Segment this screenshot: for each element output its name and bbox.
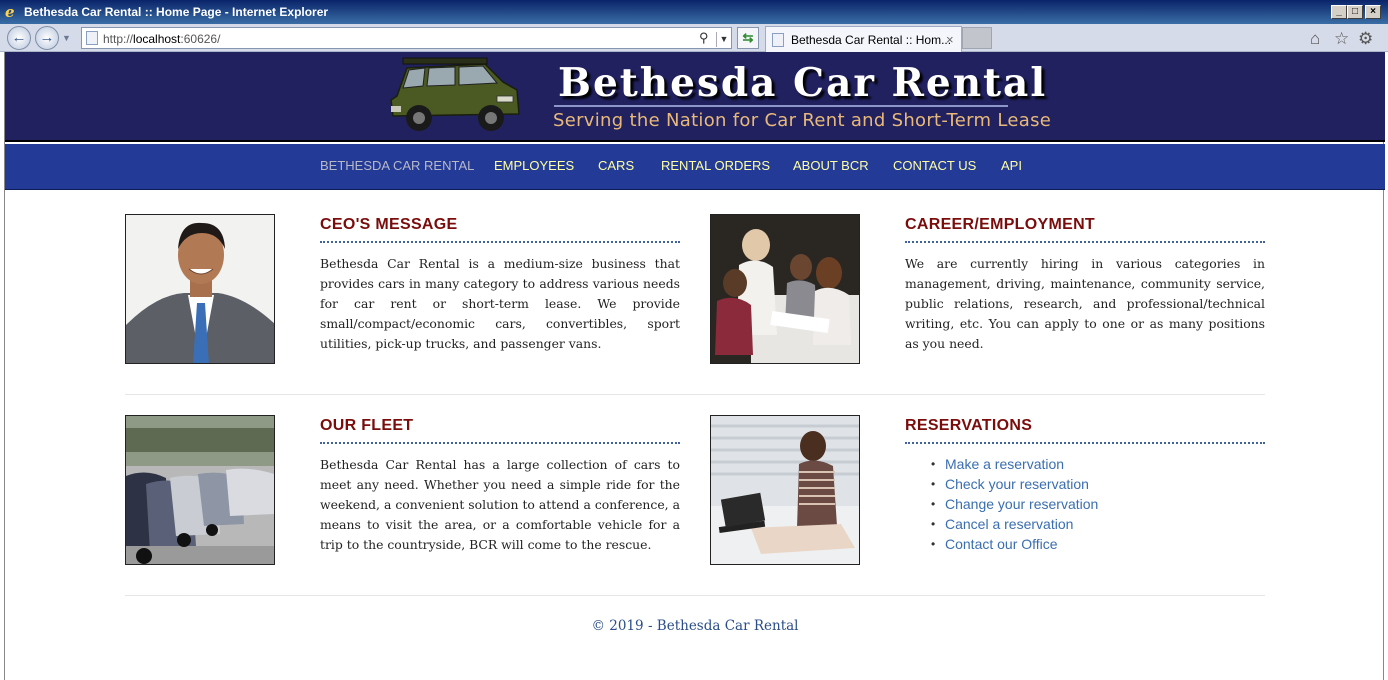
- fleet-heading: OUR FLEET: [320, 417, 414, 434]
- page-viewport: Bethesda Car Rental Serving the Nation f…: [4, 52, 1385, 680]
- tab-home-page[interactable]: Bethesda Car Rental :: Hom... ×: [765, 26, 962, 52]
- ceo-photo: [125, 214, 275, 364]
- nav-link-about[interactable]: ABOUT BCR: [793, 158, 869, 173]
- nav-link-rental-orders[interactable]: RENTAL ORDERS: [661, 158, 770, 173]
- section-separator: [125, 394, 1265, 395]
- address-url[interactable]: http://localhost:60626/: [103, 32, 220, 46]
- history-dropdown-icon[interactable]: ▼: [62, 33, 71, 43]
- reservations-list: Make a reservation Check your reservatio…: [931, 454, 1098, 554]
- page-icon: [86, 31, 98, 45]
- make-reservation-link[interactable]: Make a reservation: [945, 456, 1064, 472]
- refresh-icon[interactable]: ⇆: [737, 27, 759, 49]
- window-titlebar: e Bethesda Car Rental :: Home Page - Int…: [0, 0, 1388, 24]
- career-photo: [710, 214, 860, 364]
- star-icon[interactable]: ☆: [1334, 29, 1349, 49]
- fleet-body: Bethesda Car Rental has a large collecti…: [320, 457, 680, 552]
- list-item[interactable]: Contact our Office: [931, 534, 1098, 554]
- nav-link-contact[interactable]: CONTACT US: [893, 158, 976, 173]
- close-tab-icon[interactable]: ×: [946, 32, 954, 47]
- list-item[interactable]: Change your reservation: [931, 494, 1098, 514]
- site-nav: BETHESDA CAR RENTAL EMPLOYEES CARS RENTA…: [5, 144, 1385, 190]
- car-logo: [390, 57, 520, 131]
- ceo-heading: CEO'S MESSAGE: [320, 216, 458, 233]
- fleet-divider: [320, 442, 680, 444]
- forward-icon: →: [39, 29, 55, 46]
- brand-tagline: Serving the Nation for Car Rent and Shor…: [553, 110, 1052, 131]
- ceo-body: Bethesda Car Rental is a medium-size bus…: [320, 256, 680, 351]
- list-item[interactable]: Check your reservation: [931, 474, 1098, 494]
- nav-link-employees[interactable]: EMPLOYEES: [494, 158, 574, 173]
- reservations-heading: RESERVATIONS: [905, 417, 1033, 434]
- check-reservation-link[interactable]: Check your reservation: [945, 476, 1089, 492]
- tab-page-icon: [772, 33, 784, 47]
- career-body: We are currently hiring in various categ…: [905, 256, 1265, 351]
- back-button[interactable]: ←: [7, 26, 31, 50]
- maximize-button[interactable]: □: [1347, 5, 1363, 19]
- brand-divider: [554, 105, 1008, 107]
- window-title: Bethesda Car Rental :: Home Page - Inter…: [24, 5, 329, 19]
- reservations-photo: [710, 415, 860, 565]
- home-icon[interactable]: ⌂: [1310, 29, 1320, 49]
- career-divider: [905, 241, 1265, 243]
- brand-title: Bethesda Car Rental: [558, 60, 1048, 106]
- tab-label: Bethesda Car Rental :: Hom...: [791, 33, 952, 47]
- address-dropdown-icon[interactable]: ▼: [716, 32, 731, 47]
- nav-link-cars[interactable]: CARS: [598, 158, 634, 173]
- minimize-button[interactable]: _: [1331, 5, 1347, 19]
- footer-copyright: © 2019 - Bethesda Car Rental: [591, 618, 799, 634]
- career-heading: CAREER/EMPLOYMENT: [905, 216, 1095, 233]
- search-icon[interactable]: ⚲: [699, 30, 709, 46]
- browser-toolbar: ← → ▼ http://localhost:60626/ ⚲ ▼ ⇆ Beth…: [0, 24, 1388, 52]
- forward-button[interactable]: →: [35, 26, 59, 50]
- gear-icon[interactable]: ⚙: [1358, 29, 1373, 49]
- close-window-button[interactable]: ×: [1365, 5, 1381, 19]
- reservations-divider: [905, 442, 1265, 444]
- ie-logo-icon: e: [5, 3, 15, 21]
- cancel-reservation-link[interactable]: Cancel a reservation: [945, 516, 1073, 532]
- site-header: Bethesda Car Rental Serving the Nation f…: [5, 52, 1385, 142]
- footer-separator: [125, 595, 1265, 596]
- ceo-divider: [320, 241, 680, 243]
- new-tab-button[interactable]: [962, 27, 992, 49]
- contact-office-link[interactable]: Contact our Office: [945, 536, 1058, 552]
- change-reservation-link[interactable]: Change your reservation: [945, 496, 1098, 512]
- list-item[interactable]: Make a reservation: [931, 454, 1098, 474]
- nav-link-home[interactable]: BETHESDA CAR RENTAL: [320, 158, 474, 173]
- address-bar[interactable]: http://localhost:60626/ ⚲ ▼: [81, 27, 732, 49]
- back-icon: ←: [11, 29, 27, 46]
- list-item[interactable]: Cancel a reservation: [931, 514, 1098, 534]
- nav-link-api[interactable]: API: [1001, 158, 1022, 173]
- fleet-photo: [125, 415, 275, 565]
